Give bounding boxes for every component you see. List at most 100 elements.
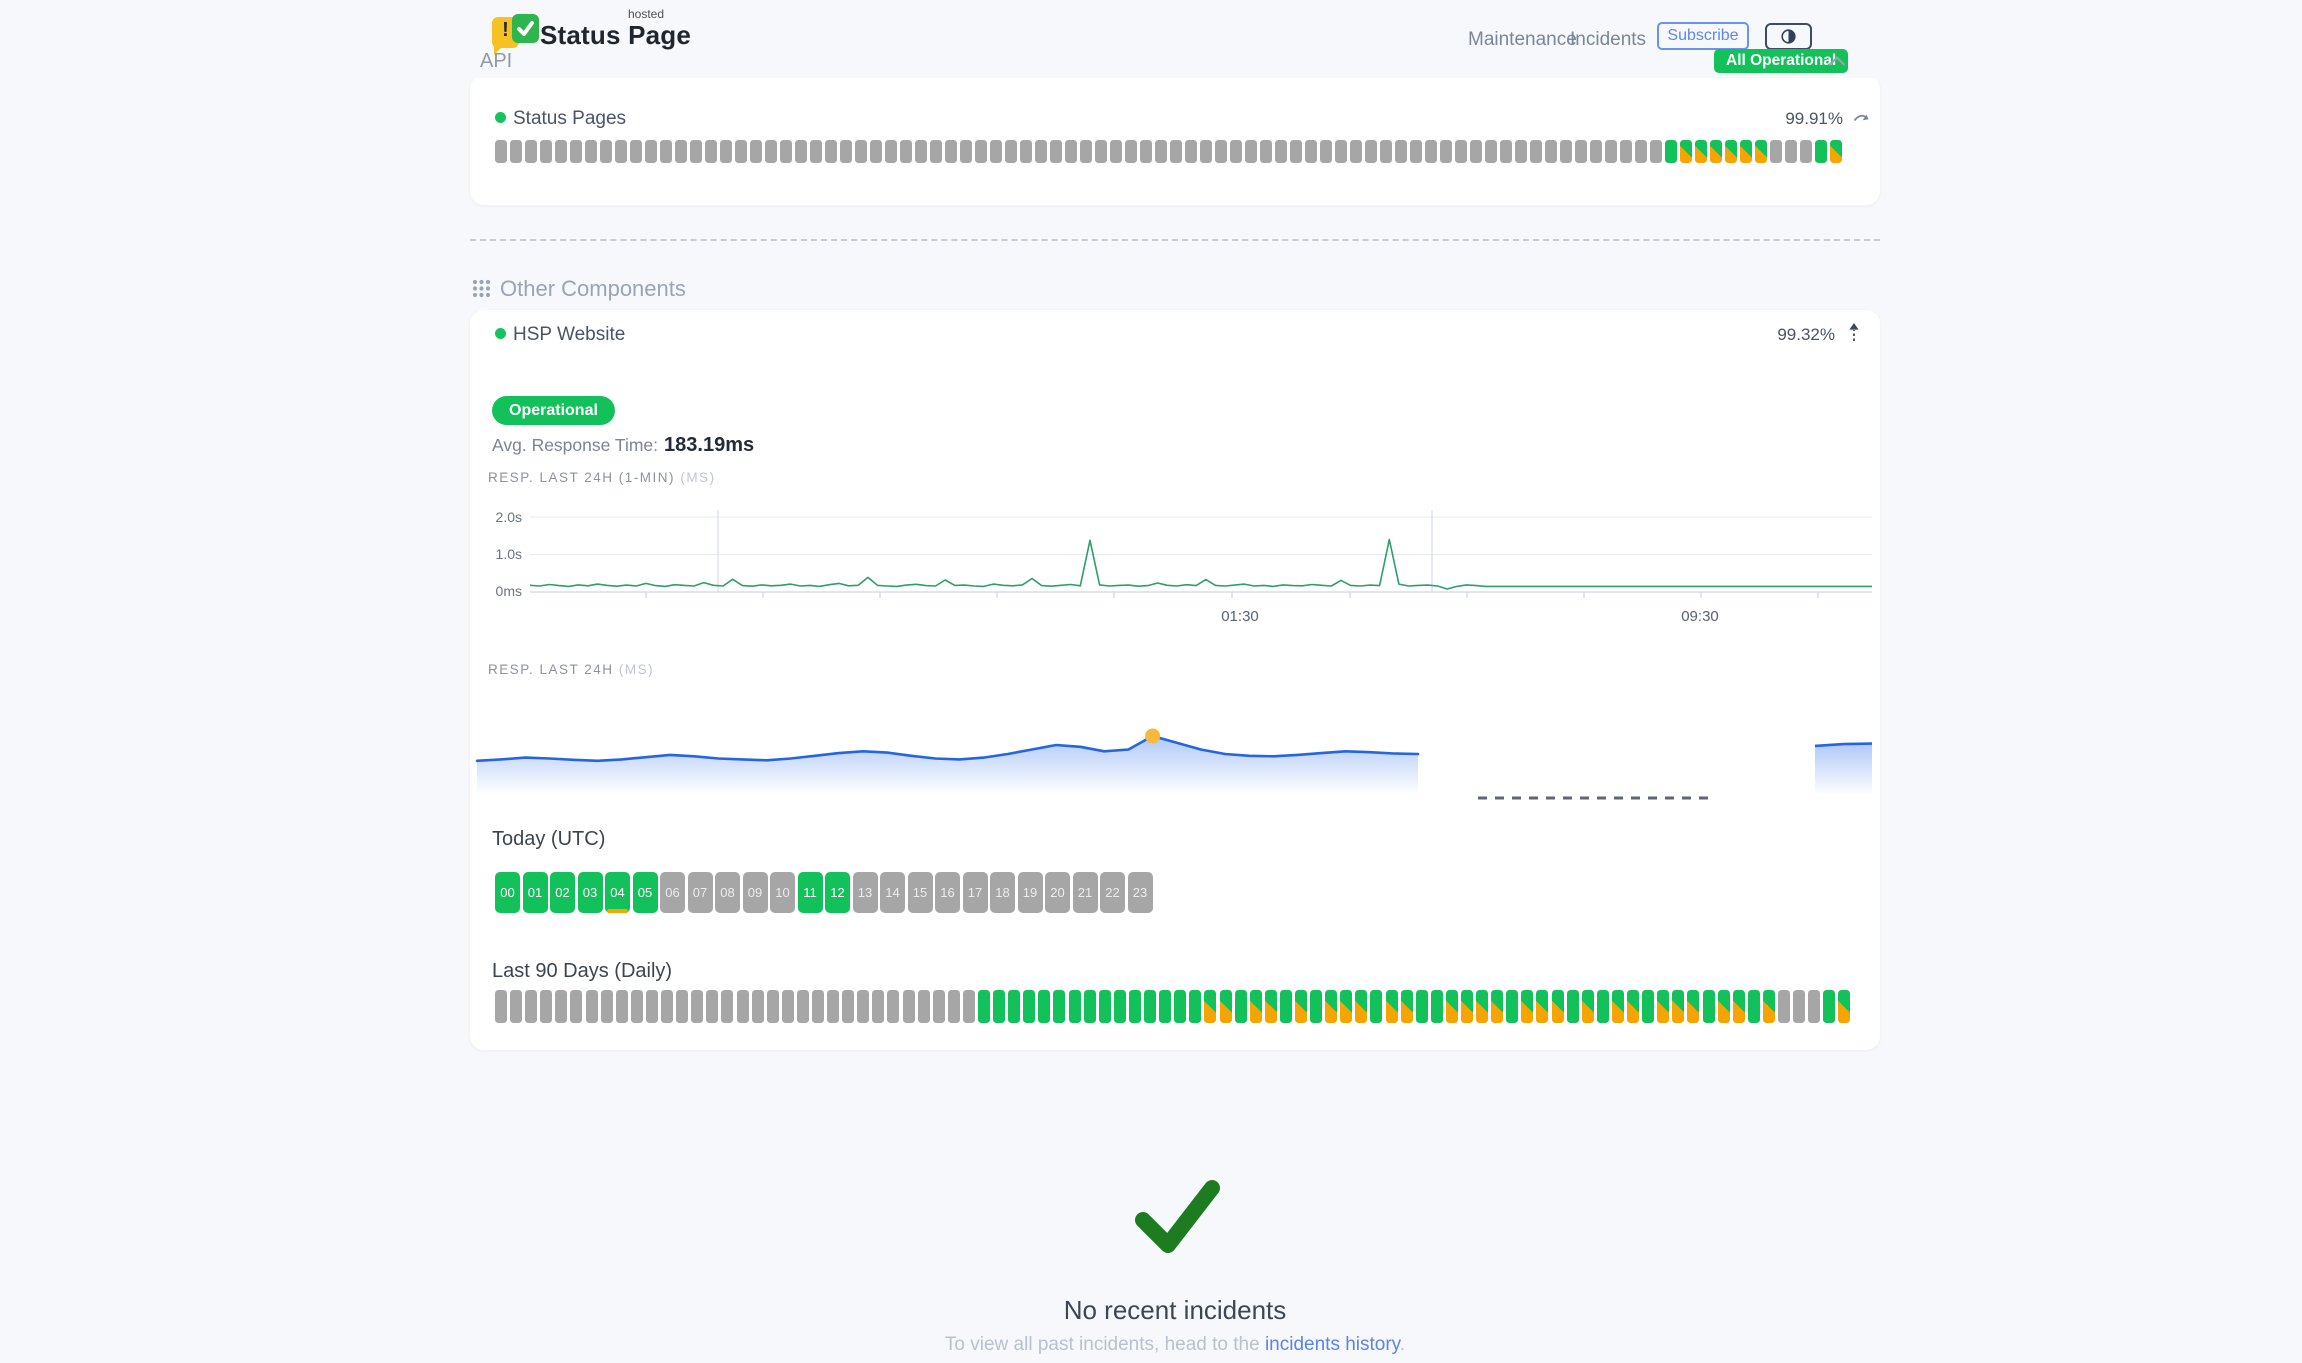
uptime-bar[interactable] bbox=[885, 140, 897, 163]
refresh-icon[interactable] bbox=[1852, 109, 1870, 132]
uptime-bar[interactable] bbox=[1672, 990, 1684, 1023]
uptime-bar[interactable] bbox=[870, 140, 882, 163]
uptime-bar[interactable] bbox=[525, 140, 537, 163]
uptime-bar[interactable] bbox=[691, 990, 703, 1023]
uptime-bar[interactable] bbox=[1748, 990, 1760, 1023]
uptime-bar[interactable] bbox=[1778, 990, 1790, 1023]
response-sparkline-chart[interactable] bbox=[470, 690, 1880, 815]
uptime-bar[interactable] bbox=[1290, 140, 1302, 163]
uptime-bar[interactable] bbox=[1245, 140, 1257, 163]
uptime-bar[interactable] bbox=[1710, 140, 1722, 163]
uptime-bar[interactable] bbox=[1320, 140, 1332, 163]
uptime-bar[interactable] bbox=[1305, 140, 1317, 163]
uptime-bar[interactable] bbox=[1230, 140, 1242, 163]
uptime-bar[interactable] bbox=[675, 140, 687, 163]
uptime-bar[interactable] bbox=[720, 140, 732, 163]
uptime-bar[interactable] bbox=[812, 990, 824, 1023]
uptime-bar[interactable] bbox=[1560, 140, 1572, 163]
uptime-bar[interactable] bbox=[872, 990, 884, 1023]
uptime-bar[interactable] bbox=[495, 140, 507, 163]
uptime-bar[interactable] bbox=[1476, 990, 1488, 1023]
uptime-bar[interactable] bbox=[1470, 140, 1482, 163]
uptime-bar[interactable] bbox=[1140, 140, 1152, 163]
hour-block-22[interactable]: 22 bbox=[1100, 872, 1125, 913]
uptime-bar[interactable] bbox=[857, 990, 869, 1023]
uptime-bar[interactable] bbox=[1755, 140, 1767, 163]
uptime-bar[interactable] bbox=[1023, 990, 1035, 1023]
uptime-bar[interactable] bbox=[1401, 990, 1413, 1023]
uptime-bar[interactable] bbox=[1830, 140, 1842, 163]
uptime-bar[interactable] bbox=[780, 140, 792, 163]
uptime-bar[interactable] bbox=[1823, 990, 1835, 1023]
uptime-bar[interactable] bbox=[963, 990, 975, 1023]
uptime-bar[interactable] bbox=[1431, 990, 1443, 1023]
hour-block-00[interactable]: 00 bbox=[495, 872, 520, 913]
hour-block-08[interactable]: 08 bbox=[715, 872, 740, 913]
uptime-bar[interactable] bbox=[1552, 990, 1564, 1023]
uptime-bar[interactable] bbox=[540, 990, 552, 1023]
uptime-bar[interactable] bbox=[1612, 990, 1624, 1023]
uptime-bar[interactable] bbox=[810, 140, 822, 163]
uptime-bar[interactable] bbox=[1680, 140, 1692, 163]
uptime-bar[interactable] bbox=[676, 990, 688, 1023]
uptime-bar[interactable] bbox=[795, 140, 807, 163]
nav-incidents[interactable]: Incidents bbox=[1570, 29, 1646, 51]
uptime-bar[interactable] bbox=[1155, 140, 1167, 163]
uptime-bar[interactable] bbox=[1008, 990, 1020, 1023]
hour-block-09[interactable]: 09 bbox=[743, 872, 768, 913]
uptime-bar[interactable] bbox=[510, 990, 522, 1023]
uptime-bar[interactable] bbox=[1785, 140, 1797, 163]
uptime-bar[interactable] bbox=[1335, 140, 1347, 163]
theme-toggle-button[interactable] bbox=[1765, 23, 1812, 50]
hour-block-02[interactable]: 02 bbox=[550, 872, 575, 913]
uptime-bar[interactable] bbox=[555, 140, 567, 163]
uptime-bar[interactable] bbox=[1815, 140, 1827, 163]
uptime-bar[interactable] bbox=[855, 140, 867, 163]
uptime-bar[interactable] bbox=[1725, 140, 1737, 163]
uptime-bar[interactable] bbox=[1053, 990, 1065, 1023]
hour-block-14[interactable]: 14 bbox=[880, 872, 905, 913]
uptime-bar[interactable] bbox=[1185, 140, 1197, 163]
uptime-bar[interactable] bbox=[1793, 990, 1805, 1023]
uptime-bar[interactable] bbox=[1650, 140, 1662, 163]
hour-block-17[interactable]: 17 bbox=[963, 872, 988, 913]
uptime-bar[interactable] bbox=[1260, 140, 1272, 163]
uptime-bar[interactable] bbox=[1310, 990, 1322, 1023]
uptime-bar[interactable] bbox=[1174, 990, 1186, 1023]
nav-maintenance[interactable]: Maintenance bbox=[1468, 29, 1577, 51]
uptime-bar[interactable] bbox=[1170, 140, 1182, 163]
uptime-bar[interactable] bbox=[1567, 990, 1579, 1023]
uptime-bar[interactable] bbox=[750, 140, 762, 163]
hour-block-11[interactable]: 11 bbox=[798, 872, 823, 913]
uptime-bar[interactable] bbox=[705, 140, 717, 163]
uptime-bar[interactable] bbox=[1215, 140, 1227, 163]
uptime-bar[interactable] bbox=[1733, 990, 1745, 1023]
uptime-bar[interactable] bbox=[1763, 990, 1775, 1023]
uptime-bar[interactable] bbox=[706, 990, 718, 1023]
uptime-bar[interactable] bbox=[918, 990, 930, 1023]
uptime-bar[interactable] bbox=[1189, 990, 1201, 1023]
uptime-bar[interactable] bbox=[1235, 990, 1247, 1023]
uptime-bar[interactable] bbox=[1687, 990, 1699, 1023]
uptime-bar[interactable] bbox=[1084, 990, 1096, 1023]
uptime-bar[interactable] bbox=[721, 990, 733, 1023]
uptime-bar[interactable] bbox=[1065, 140, 1077, 163]
hour-block-19[interactable]: 19 bbox=[1018, 872, 1043, 913]
uptime-bar[interactable] bbox=[1455, 140, 1467, 163]
hour-block-10[interactable]: 10 bbox=[770, 872, 795, 913]
uptime-bar[interactable] bbox=[495, 990, 507, 1023]
uptime-bar[interactable] bbox=[1159, 990, 1171, 1023]
uptime-bar[interactable] bbox=[887, 990, 899, 1023]
uptime-bar[interactable] bbox=[930, 140, 942, 163]
uptime-bar[interactable] bbox=[1582, 990, 1594, 1023]
uptime-bar[interactable] bbox=[1355, 990, 1367, 1023]
uptime-bar[interactable] bbox=[1280, 990, 1292, 1023]
uptime-bar[interactable] bbox=[525, 990, 537, 1023]
uptime-bar[interactable] bbox=[631, 990, 643, 1023]
hour-block-23[interactable]: 23 bbox=[1128, 872, 1153, 913]
incidents-history-link[interactable]: incidents history bbox=[1265, 1334, 1400, 1355]
uptime-bar[interactable] bbox=[615, 140, 627, 163]
hour-block-18[interactable]: 18 bbox=[990, 872, 1015, 913]
uptime-bar[interactable] bbox=[993, 990, 1005, 1023]
uptime-bar[interactable] bbox=[1800, 140, 1812, 163]
